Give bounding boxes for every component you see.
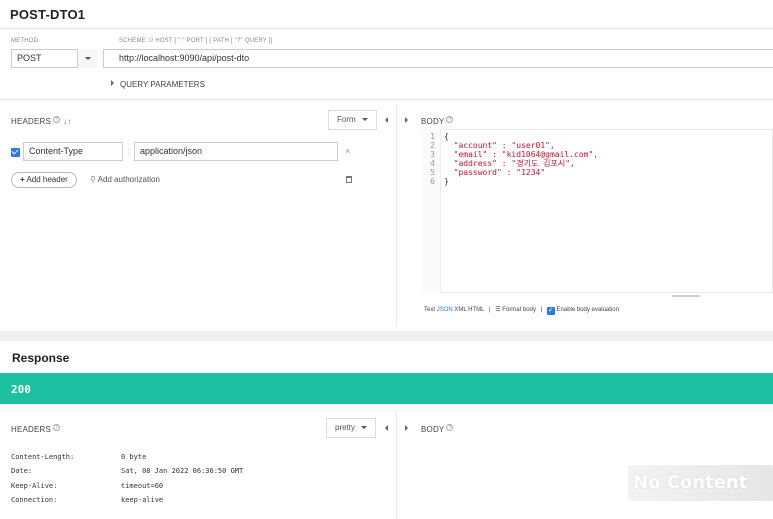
close-icon[interactable]: × [345, 146, 350, 156]
chevron-down-icon [361, 426, 368, 429]
response-header-value: 0 byte [121, 453, 147, 461]
line-number: 4 [430, 159, 435, 168]
help-icon[interactable]: ? [53, 116, 61, 123]
body-heading: BODY? [421, 116, 454, 126]
code-line: "address" : "경기도 김포시", [444, 159, 575, 168]
sort-icon[interactable]: ↓↑ [63, 117, 71, 126]
method-label: METHOD [11, 38, 39, 44]
no-content-label: No Content [633, 472, 748, 493]
response-header-name: Keep-Alive: [11, 482, 58, 490]
query-parameters-toggle[interactable]: QUERY PARAMETERS [111, 80, 205, 89]
format-body-icon: ☰ [495, 307, 501, 313]
response-format-label: pretty [335, 423, 356, 432]
code-line: "password" : "1234" [444, 168, 546, 177]
response-header-name: Connection: [11, 496, 58, 504]
line-numbers: 1 2 3 4 5 6 [423, 132, 435, 186]
caret-right-icon [111, 80, 114, 86]
footer-separator: | [540, 307, 543, 313]
help-icon[interactable]: ? [53, 424, 61, 431]
header-separator: : [127, 146, 130, 156]
add-header-button[interactable]: + Add header [11, 172, 77, 188]
trash-icon[interactable] [346, 176, 352, 183]
headers-heading: HEADERS? ↓↑ [11, 116, 71, 126]
response-header-value: Sat, 08 Jan 2022 06:36:50 GMT [121, 467, 244, 475]
header-name-input[interactable]: Content-Type [23, 142, 123, 161]
status-code: 200 [11, 383, 31, 396]
line-number: 3 [430, 150, 435, 159]
collapse-left-icon[interactable] [385, 117, 388, 123]
headers-label: HEADERS [11, 117, 52, 126]
help-icon[interactable]: ? [446, 116, 454, 123]
response-header-value: keep-alive [121, 496, 164, 504]
line-number: 6 [430, 177, 435, 186]
expand-right-icon[interactable] [405, 117, 408, 123]
response-headers-heading: HEADERS? [11, 424, 61, 434]
method-value: POST [17, 53, 42, 63]
section-divider [0, 99, 773, 100]
add-header-label: Add header [26, 175, 68, 184]
chevron-down-icon [361, 118, 368, 121]
plus-icon: + [20, 175, 25, 184]
header-enabled-checkbox[interactable] [11, 148, 20, 157]
panel-splitter[interactable] [396, 104, 397, 326]
headers-mode-label: Form [337, 115, 356, 124]
enable-eval-checkbox[interactable]: ✓ [546, 307, 555, 315]
code-content: { "account" : "user01", "email" : "kid10… [444, 132, 598, 186]
panel-splitter[interactable] [396, 412, 397, 519]
line-number: 1 [430, 132, 435, 141]
response-header-name: Date: [11, 467, 33, 475]
resize-handle[interactable] [672, 295, 700, 297]
response-title: Response [12, 351, 70, 365]
enable-eval-label: Enable body evaluation [556, 307, 619, 313]
url-value: http://localhost:9090/api/post-dto [119, 53, 250, 63]
status-bar [0, 373, 773, 404]
request-title: POST-DTO1 [10, 7, 86, 22]
line-number: 2 [430, 141, 435, 150]
chevron-down-icon [85, 57, 91, 60]
url-label: SCHEME :// HOST [ ":" PORT ] [ PATH [ "?… [119, 38, 273, 44]
headers-mode-dropdown[interactable]: Form [328, 110, 377, 130]
code-line: "email" : "kid1064@gmail.com", [444, 150, 599, 159]
line-number: 5 [430, 168, 435, 177]
title-divider [0, 28, 773, 29]
collapse-left-icon[interactable] [385, 425, 388, 431]
format-json-option[interactable]: JSON [437, 307, 453, 313]
format-xml-option[interactable]: XML [454, 307, 466, 313]
response-header-row: Content-Length: [11, 453, 74, 461]
response-format-dropdown[interactable]: pretty [326, 418, 377, 438]
expand-right-icon[interactable] [405, 425, 408, 431]
header-value-input[interactable]: application/json [134, 142, 338, 161]
help-icon[interactable]: ? [446, 424, 454, 431]
footer-separator: | [488, 307, 491, 313]
format-html-option[interactable]: HTML [468, 307, 484, 313]
response-header-name: Content-Length: [11, 453, 75, 461]
body-label: BODY [421, 117, 445, 126]
code-line: } [444, 177, 449, 186]
key-icon: ⚲ [90, 175, 96, 184]
method-dropdown-button[interactable] [77, 49, 97, 68]
response-body-heading: BODY? [421, 424, 454, 434]
section-gap [0, 331, 773, 341]
response-body-label: BODY [421, 425, 445, 434]
add-authorization-label: Add authorization [97, 175, 160, 184]
query-parameters-label: QUERY PARAMETERS [120, 80, 205, 89]
response-headers-label: HEADERS [11, 425, 52, 434]
code-line: { [444, 132, 449, 141]
add-authorization-link[interactable]: ⚲ Add authorization [90, 175, 160, 184]
body-format-bar: Text JSON XML HTML | ☰ Format body | ✓ E… [424, 306, 619, 315]
code-line: "account" : "user01", [444, 141, 555, 150]
format-body-button[interactable]: Format body [502, 307, 536, 313]
response-header-value: timeout=60 [121, 482, 164, 490]
format-text-option[interactable]: Text [424, 307, 435, 313]
